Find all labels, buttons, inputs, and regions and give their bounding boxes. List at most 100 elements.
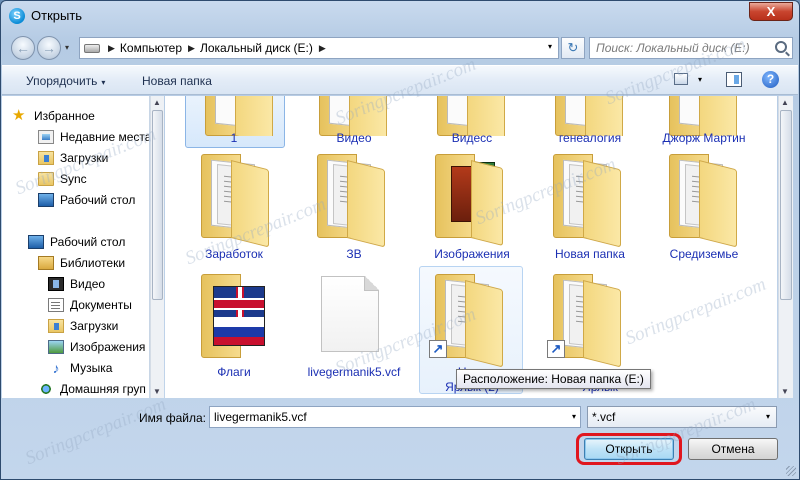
sidebar-scrollbar[interactable]: ▲ ▼ [150, 96, 164, 398]
close-button[interactable]: X [749, 2, 793, 21]
scroll-up-icon[interactable]: ▲ [153, 98, 161, 107]
folder-item[interactable]: Видео [301, 96, 407, 148]
folder-label: Заработок [205, 247, 263, 261]
folder-item[interactable]: ЗВ [301, 150, 407, 262]
sidebar-item-recent-places[interactable]: Недавние места [38, 127, 149, 147]
sidebar-item-desktop-root[interactable]: Рабочий стол [28, 232, 125, 252]
folder-icon [665, 96, 737, 136]
sidebar-item-libraries[interactable]: Библиотеки [38, 253, 125, 273]
content-scrollbar[interactable]: ▲ ▼ [778, 96, 793, 398]
sidebar-item-label: Документы [70, 298, 132, 312]
chevron-down-icon: ▾ [765, 412, 770, 421]
scroll-up-icon[interactable]: ▲ [781, 98, 789, 107]
sidebar-item-label: Видео [70, 277, 106, 291]
folder-item[interactable]: Средиземье [651, 150, 757, 262]
sidebar-item-downloads-lib[interactable]: Загрузки [48, 316, 118, 336]
search-input[interactable]: Поиск: Локальный диск (E:) [589, 37, 793, 59]
chevron-down-icon[interactable]: ▾ [572, 407, 576, 427]
folder-icon [197, 154, 269, 248]
folder-item[interactable]: Видесс [419, 96, 525, 148]
vcf-file-icon [321, 276, 379, 352]
desktop-icon [38, 193, 54, 207]
sidebar-item-label: Библиотеки [60, 256, 126, 270]
command-toolbar: Упорядочить ▾ Новая папка ▾ ? [2, 65, 798, 95]
help-icon[interactable]: ? [762, 71, 779, 88]
libraries-icon [38, 256, 54, 270]
navigation-pane: ★ Избранное Недавние места Загрузки Sync… [2, 96, 150, 398]
forward-button[interactable]: → [37, 36, 61, 60]
homegroup-icon [38, 382, 54, 396]
sidebar-item-sync[interactable]: Sync [38, 169, 87, 189]
folder-item[interactable]: Новая папка [537, 150, 643, 262]
search-icon[interactable] [775, 41, 787, 53]
video-icon [48, 277, 64, 291]
address-dropdown-icon[interactable]: ▾ [548, 42, 552, 51]
folder-item[interactable]: Флаги [181, 270, 287, 382]
downloads-folder-icon [48, 319, 64, 333]
recent-places-icon [38, 130, 54, 144]
file-type-value: *.vcf [592, 410, 616, 424]
sidebar-item-label: Загрузки [70, 319, 119, 333]
images-icon [48, 340, 64, 354]
sidebar-item-video[interactable]: Видео [48, 274, 105, 294]
computer-icon [84, 43, 100, 53]
scrollbar-thumb[interactable] [152, 110, 163, 300]
breadcrumb-local-disk[interactable]: Локальный диск (E:) [200, 41, 313, 55]
folder-item[interactable]: 1 [181, 96, 287, 148]
file-type-select[interactable]: *.vcf ▾ [587, 406, 777, 428]
location-tooltip: Расположение: Новая папка (E:) [456, 369, 651, 389]
breadcrumb-arrow-icon[interactable]: ▶ [188, 43, 195, 54]
folder-item[interactable]: Джорж Мартин [651, 96, 757, 148]
folder-label: Новая папка [555, 247, 625, 261]
folder-label: Видео [336, 131, 372, 145]
folder-icon [201, 96, 273, 136]
folder-item[interactable]: Изображения [419, 150, 525, 262]
filename-value: livegermanik5.vcf [214, 410, 307, 424]
recent-pages-dropdown-icon[interactable]: ▾ [65, 43, 69, 52]
chevron-down-icon: ▾ [101, 78, 106, 87]
folder-label: Изображения [434, 247, 510, 261]
resize-grip-icon[interactable] [786, 466, 796, 476]
organize-menu-button[interactable]: Упорядочить ▾ [26, 74, 105, 88]
sidebar-item-documents[interactable]: Документы [48, 295, 132, 315]
sidebar-item-label: Рабочий стол [60, 193, 136, 207]
breadcrumb-computer[interactable]: Компьютер [120, 41, 182, 55]
address-bar[interactable]: ▶ Компьютер ▶ Локальный диск (E:) ▶ ▾ [79, 37, 559, 59]
sidebar-item-label: Музыка [70, 361, 113, 375]
folder-item[interactable]: Заработок [181, 150, 287, 262]
view-options-dropdown-icon[interactable]: ▾ [698, 75, 702, 84]
breadcrumb-arrow-icon[interactable]: ▶ [108, 43, 115, 54]
filename-field[interactable]: livegermanik5.vcf ▾ [209, 406, 581, 428]
folder-icon [551, 96, 623, 136]
sidebar-item-homegroup[interactable]: Домашняя груп [38, 379, 146, 398]
folder-item[interactable]: генеалогия [537, 96, 643, 148]
folder-label: Джорж Мартин [662, 131, 746, 145]
folder-icon [549, 154, 621, 248]
cancel-button[interactable]: Отмена [688, 438, 778, 460]
downloads-folder-icon [38, 151, 54, 165]
preview-pane-icon[interactable] [726, 72, 742, 87]
refresh-button[interactable]: ↻ [561, 37, 585, 59]
star-icon: ★ [12, 107, 26, 124]
back-button[interactable]: ← [11, 36, 35, 60]
scrollbar-thumb[interactable] [780, 110, 792, 300]
open-button[interactable]: Открыть [584, 438, 674, 460]
sidebar-item-label: Изображения [70, 340, 146, 354]
file-item[interactable]: livegermanik5.vcf [301, 270, 407, 382]
sidebar-item-desktop[interactable]: Рабочий стол [38, 190, 135, 210]
change-view-icon[interactable] [674, 73, 688, 85]
sidebar-item-label: Sync [60, 172, 87, 186]
organize-label: Упорядочить [26, 74, 98, 88]
new-folder-button[interactable]: Новая папка [142, 74, 212, 88]
folder-label: 1 [230, 131, 238, 145]
breadcrumb-arrow-icon[interactable]: ▶ [319, 43, 326, 54]
sidebar-item-downloads[interactable]: Загрузки [38, 148, 108, 168]
sidebar-item-favorites[interactable]: ★ Избранное [12, 106, 95, 126]
folder-label: Видесс [451, 131, 493, 145]
scroll-down-icon[interactable]: ▼ [153, 387, 161, 396]
scroll-down-icon[interactable]: ▼ [781, 387, 789, 396]
sidebar-item-images[interactable]: Изображения [48, 337, 145, 357]
folder-icon [431, 154, 503, 246]
watermark: Soringpcrepair.com [22, 393, 169, 470]
sidebar-item-music[interactable]: ♪ Музыка [48, 358, 113, 378]
